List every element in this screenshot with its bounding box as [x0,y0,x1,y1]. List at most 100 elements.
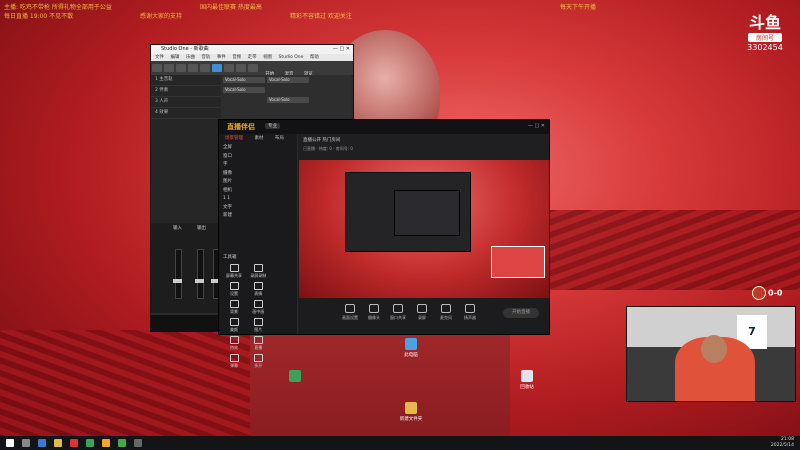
app-icon[interactable] [118,439,126,447]
tab-layout[interactable]: 布局 [275,136,284,141]
menu-help[interactable]: 帮助 [310,55,319,60]
desktop-icon-recycle-bin[interactable]: 回收站 [512,370,542,390]
volume-fader[interactable] [175,249,182,299]
score-text: 0-0 [768,288,783,298]
camera-icon [369,304,379,313]
layer-item[interactable]: 全屏 [219,144,297,153]
layer-item[interactable]: 相机 [219,187,297,196]
edge-icon[interactable] [38,439,46,447]
app-icon[interactable] [134,439,142,447]
menu-studio-one[interactable]: Studio One [279,55,304,60]
track-row[interactable]: 4 效果 [151,108,221,119]
tool-button[interactable] [152,64,162,72]
menu-edit[interactable]: 编辑 [170,55,179,60]
window-title: Studio One - 新歌曲 [161,46,209,52]
layer-item[interactable]: 文字 [219,204,297,213]
window-controls[interactable]: — □ ✕ [528,123,545,129]
menu-view[interactable]: 视图 [263,55,272,60]
tool-button[interactable] [248,64,258,72]
tool-screen-share[interactable]: 屏幕共享 [223,262,245,280]
menu-event[interactable]: 事件 [217,55,226,60]
fader-knob[interactable] [173,279,182,283]
tool-record[interactable]: 录屏录制 [247,262,269,280]
tool-effects[interactable]: 特效 [223,334,245,352]
fader-knob[interactable] [195,279,204,283]
ticker-line: 精彩不容错过 欢迎关注 [290,13,352,20]
control-window-share[interactable]: 窗口共享 [387,304,409,321]
tool-button[interactable] [200,64,210,72]
go-live-button[interactable]: 开始直播 [503,308,539,318]
window-controls[interactable]: — □ ✕ [333,45,350,54]
control-record[interactable]: 录屏 [411,304,433,321]
control-mic[interactable]: 麦克风 [435,304,457,321]
tool-button[interactable] [224,64,234,72]
layer-item[interactable]: 摄像 [219,170,297,179]
control-label: 麦克风 [440,315,452,320]
menu-track[interactable]: 音轨 [201,55,210,60]
desktop-icon-folder[interactable]: 新建文件夹 [396,402,426,422]
desktop-icon-app[interactable] [280,370,310,384]
control-screen-settings[interactable]: 画面设置 [339,304,361,321]
tab-scene[interactable]: 场景管理 [225,136,243,141]
wechat-icon[interactable] [86,439,94,447]
audio-clip[interactable]: Vocal-Solo [267,97,309,103]
desktop-icon-this-pc[interactable]: 此电脑 [396,338,426,358]
tool-multi[interactable]: 多开 [247,352,269,370]
tool-label: 设置 [230,291,238,296]
folder-icon[interactable] [54,439,62,447]
menu-file[interactable]: 文件 [155,55,164,60]
track-row[interactable]: 3 人声 [151,97,221,108]
layer-item[interactable]: 字 [219,161,297,170]
audio-clip[interactable]: Vocal-Solo [267,77,309,83]
tool-settings[interactable]: 设置 [223,280,245,298]
scene-tabs: 场景管理 素材 布局 [219,134,297,144]
tool-label: 美颜 [230,327,238,332]
desktop-icon-label: 此电脑 [404,353,418,358]
layer-item[interactable]: 新建 [219,212,297,221]
desktop-icon-label: 新建文件夹 [399,417,423,422]
live-companion-titlebar[interactable]: 直播伴侣 专业 — □ ✕ [219,120,549,134]
track-row[interactable]: 2 伴奏 [151,86,221,97]
record-icon [253,264,263,272]
tool-emoji[interactable]: 表情 [247,280,269,298]
audio-clip[interactable]: Vocal-Solo [223,87,265,93]
tool-pip[interactable]: 画中画 [247,298,269,316]
app-icon[interactable] [102,439,110,447]
layer-item[interactable]: 窗口 [219,153,297,162]
tool-button[interactable] [176,64,186,72]
control-camera[interactable]: 摄像头 [363,304,385,321]
gear-icon [229,282,239,290]
room-subtitle: 已直播 · 热度: 0 · 房间号: 0 [303,146,353,151]
menu-transport[interactable]: 走带 [248,55,257,60]
menu-song[interactable]: 乐曲 [186,55,195,60]
tab-material[interactable]: 素材 [254,136,263,141]
tool-button[interactable] [164,64,174,72]
start-icon[interactable] [6,439,14,447]
chat-icon [229,354,239,362]
control-speaker[interactable]: 扬声器 [459,304,481,321]
tool-button[interactable] [236,64,246,72]
layer-item[interactable]: 图片 [219,178,297,187]
screen-icon [345,304,355,313]
system-tray[interactable]: 21:08 2022/5/14 [771,437,794,449]
live-companion-window[interactable]: 直播伴侣 专业 — □ ✕ 场景管理 素材 布局 全屏 窗口 字 摄像 图片 相… [218,119,550,368]
tool-background[interactable]: 背景 [223,298,245,316]
computer-icon [405,338,417,350]
tool-danmaku[interactable]: 弹幕 [223,352,245,370]
menu-audio[interactable]: 音频 [232,55,241,60]
top-ticker: 主播: 吃鸡不带枪 所得礼物全部用于公益 国内最佳联赛 热度最高 精彩不容错过 … [0,0,800,22]
track-row[interactable]: 1 主音轨 [151,75,221,86]
preview-webcam [491,246,545,278]
live-app-icon[interactable] [70,439,78,447]
volume-fader[interactable] [197,249,204,299]
tool-live[interactable]: 直播 [247,334,269,352]
tool-button[interactable] [188,64,198,72]
search-icon[interactable] [22,439,30,447]
studio-one-titlebar[interactable]: Studio One - 新歌曲 — □ ✕ [151,45,353,54]
arrow-tool-button[interactable] [212,64,222,72]
audio-clip[interactable]: Vocal-Solo [223,77,265,83]
layer-item[interactable]: 1 1 [219,195,297,204]
tool-beauty[interactable]: 美颜 [223,316,245,334]
tool-image[interactable]: 图片 [247,316,269,334]
stream-preview[interactable] [299,160,549,298]
